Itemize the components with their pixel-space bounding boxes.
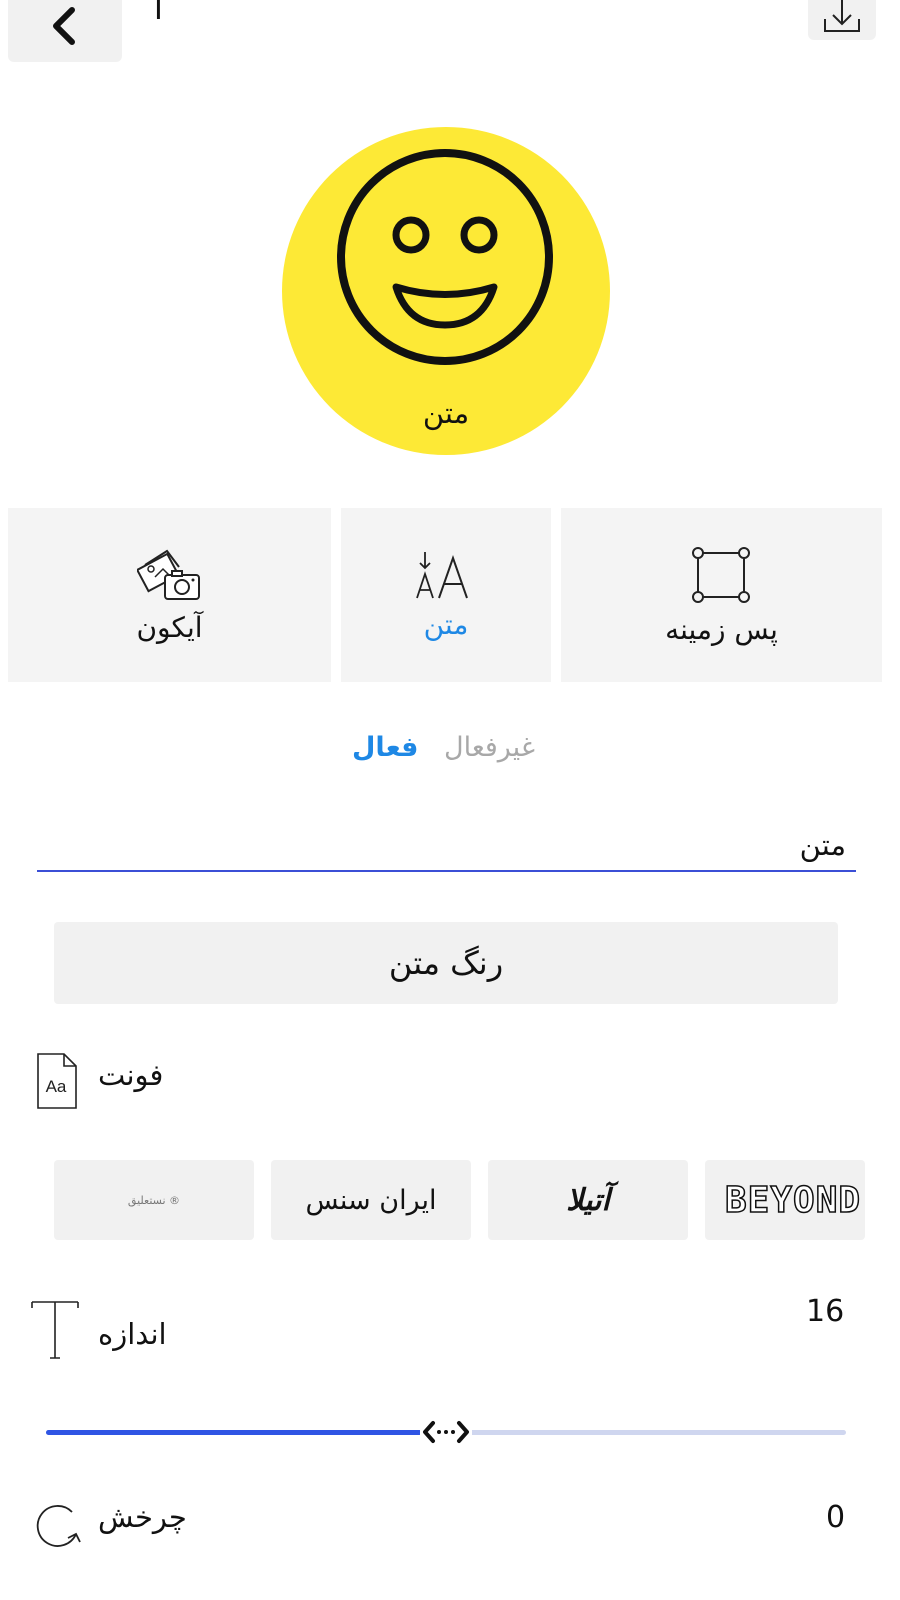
chevron-left-icon [53, 7, 75, 45]
tab-text-label: متن [423, 607, 469, 641]
rotate-icon [36, 1505, 81, 1547]
svg-text:Aa: Aa [46, 1077, 67, 1096]
font-label: فونت [98, 1058, 164, 1092]
size-label: اندازه [98, 1317, 167, 1351]
font-option-label: ایران سنس [305, 1184, 437, 1216]
text-size-t-icon [31, 1301, 79, 1359]
frame-icon [691, 546, 750, 603]
status-inactive-option[interactable]: غیرفعال [444, 732, 535, 763]
font-option-label: نستعلیق ® [127, 1193, 181, 1207]
rotation-label: چرخش [98, 1500, 187, 1534]
status-active-option[interactable]: فعال [352, 732, 419, 763]
font-option-beyond[interactable]: BEYOND [705, 1160, 865, 1240]
font-option-label: BEYOND [724, 1179, 862, 1222]
text-color-button[interactable]: رنگ متن [54, 922, 838, 1004]
font-option-nastaliq[interactable]: نستعلیق ® [54, 1160, 254, 1240]
download-icon [824, 0, 860, 32]
photo-camera-icon [136, 549, 200, 600]
slider-handle-icon [423, 1421, 469, 1443]
page-title: I [154, 0, 163, 27]
text-input[interactable] [37, 820, 856, 872]
font-option-iransans[interactable]: ایران سنس [271, 1160, 471, 1240]
tab-icon[interactable]: آیکون [8, 508, 331, 682]
text-size-icon [416, 551, 468, 598]
tab-icon-label: آیکون [136, 610, 203, 644]
font-option-atila[interactable]: آتیلا [488, 1160, 688, 1240]
font-file-icon: Aa [37, 1053, 77, 1109]
tab-background[interactable]: پس زمینه [561, 508, 882, 682]
size-value: 16 [806, 1294, 845, 1329]
rotation-value: 0 [826, 1500, 846, 1535]
tab-background-label: پس زمینه [665, 612, 778, 646]
preview-label: متن [422, 396, 470, 430]
tab-text[interactable]: متن [341, 508, 551, 682]
size-slider-thumb[interactable] [420, 1414, 472, 1450]
size-slider-fill [46, 1430, 422, 1435]
font-option-label: آتیلا [566, 1182, 610, 1218]
download-button[interactable] [808, 0, 876, 40]
back-button[interactable] [8, 0, 122, 62]
